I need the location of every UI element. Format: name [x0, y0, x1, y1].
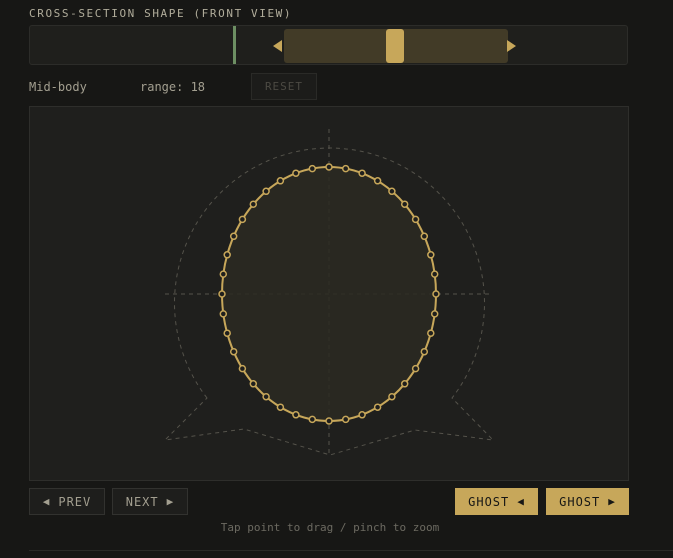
control-point[interactable]	[427, 251, 435, 259]
control-point[interactable]	[219, 310, 228, 318]
control-point[interactable]	[223, 329, 231, 337]
control-point[interactable]	[400, 380, 409, 388]
prev-button[interactable]: ◀ PREV	[29, 488, 105, 515]
section-timeline[interactable]	[29, 25, 628, 65]
control-point[interactable]	[308, 164, 317, 173]
ghost-next-button[interactable]: GHOST ▶	[546, 488, 629, 515]
control-point[interactable]	[276, 403, 285, 411]
control-point[interactable]	[358, 411, 366, 419]
control-point[interactable]	[341, 415, 350, 424]
playhead-marker[interactable]	[233, 26, 236, 64]
shape-editor-svg[interactable]	[30, 107, 628, 480]
reset-button[interactable]: RESET	[251, 73, 317, 100]
range-right-arrow-icon[interactable]	[507, 40, 516, 52]
control-point[interactable]	[325, 163, 333, 171]
control-point[interactable]	[276, 177, 285, 185]
control-point[interactable]	[223, 251, 231, 259]
control-point[interactable]	[219, 270, 228, 278]
range-value-label: range: 18	[140, 80, 206, 94]
control-point[interactable]	[308, 415, 317, 424]
control-point[interactable]	[420, 347, 429, 356]
control-point[interactable]	[388, 187, 396, 196]
control-point[interactable]	[249, 200, 258, 208]
control-point[interactable]	[388, 392, 396, 401]
control-point[interactable]	[341, 164, 350, 173]
triangle-right-icon: ▶	[166, 495, 175, 508]
control-point[interactable]	[238, 364, 247, 373]
control-point[interactable]	[358, 169, 366, 177]
range-handle[interactable]	[386, 29, 404, 63]
control-point[interactable]	[229, 232, 238, 241]
triangle-left-icon: ◀	[42, 495, 51, 508]
control-point[interactable]	[430, 270, 439, 278]
control-point[interactable]	[229, 347, 238, 356]
control-point[interactable]	[218, 290, 226, 298]
ghost-prev-label: GHOST	[468, 494, 510, 509]
prev-label: PREV	[58, 494, 92, 509]
control-point[interactable]	[373, 403, 382, 411]
control-point[interactable]	[373, 177, 382, 185]
ghost-prev-button[interactable]: GHOST ◀	[455, 488, 538, 515]
triangle-right-icon: ▶	[608, 495, 616, 508]
control-point[interactable]	[292, 411, 300, 419]
triangle-left-icon: ◀	[517, 495, 525, 508]
control-point[interactable]	[427, 329, 435, 337]
control-point[interactable]	[249, 380, 258, 388]
section-position-label: Mid-body	[29, 80, 87, 94]
bottom-divider	[29, 550, 673, 551]
control-point[interactable]	[400, 200, 409, 208]
control-point[interactable]	[432, 290, 440, 298]
next-button[interactable]: NEXT ▶	[112, 488, 188, 515]
shape-editor-canvas[interactable]	[29, 106, 629, 481]
control-point[interactable]	[420, 232, 429, 241]
control-point[interactable]	[292, 169, 300, 177]
ghost-next-label: GHOST	[559, 494, 601, 509]
next-label: NEXT	[125, 494, 159, 509]
section-title: CROSS-SECTION SHAPE (FRONT VIEW)	[29, 7, 293, 20]
control-point[interactable]	[262, 187, 270, 196]
range-left-arrow-icon[interactable]	[273, 40, 282, 52]
interaction-hint: Tap point to drag / pinch to zoom	[220, 521, 440, 534]
control-point[interactable]	[430, 310, 439, 318]
control-point[interactable]	[411, 215, 420, 224]
control-point[interactable]	[238, 215, 247, 224]
control-point[interactable]	[262, 392, 270, 401]
control-point[interactable]	[325, 417, 333, 425]
control-point[interactable]	[411, 364, 420, 373]
